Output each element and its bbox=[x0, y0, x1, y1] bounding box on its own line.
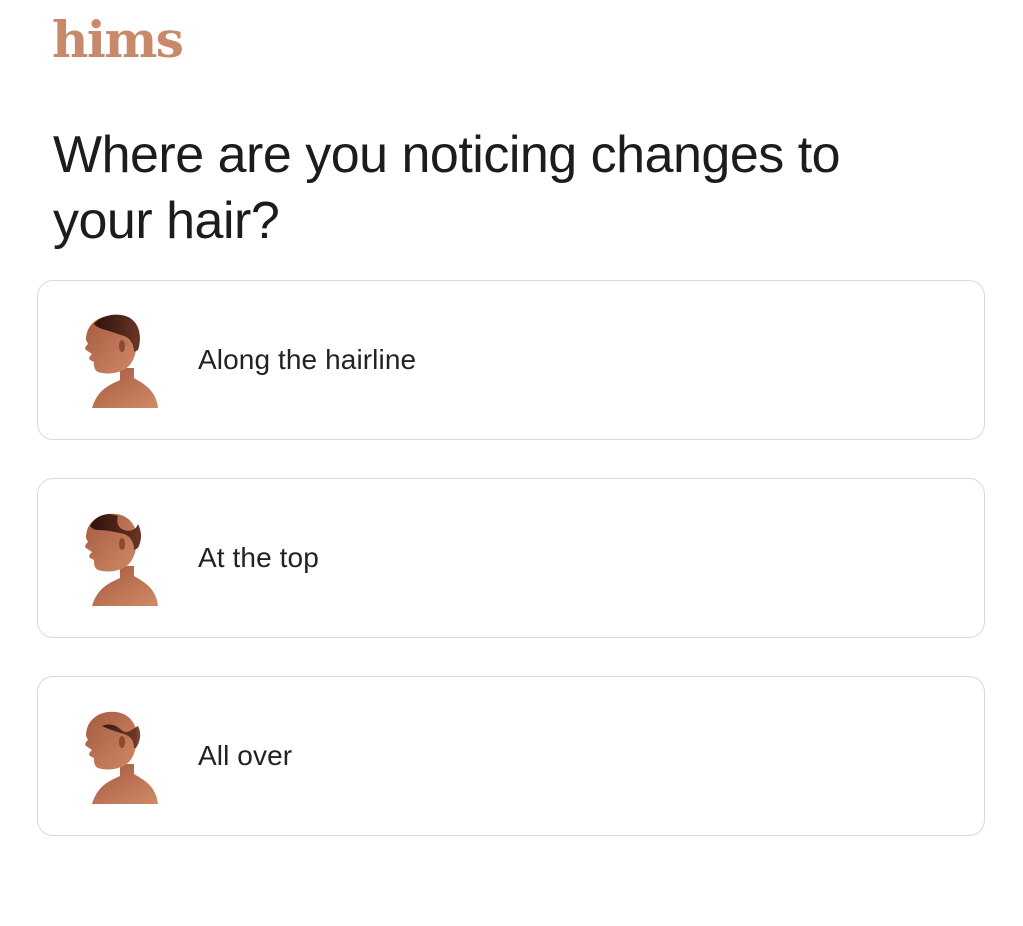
option-label: Along the hairline bbox=[198, 344, 417, 375]
option-along-the-hairline[interactable]: Along the hairline bbox=[37, 280, 985, 440]
option-label: All over bbox=[198, 740, 293, 771]
question-title: Where are you noticing changes to your h… bbox=[53, 126, 841, 250]
hims-logo[interactable]: hims bbox=[52, 8, 184, 72]
option-all-over[interactable]: All over bbox=[37, 676, 985, 836]
answer-options: Along the hairline At the top All over bbox=[37, 280, 985, 874]
option-label: At the top bbox=[198, 542, 319, 573]
all-over-head-icon bbox=[72, 706, 162, 806]
hairline-head-icon bbox=[72, 310, 162, 410]
crown-head-icon bbox=[72, 508, 162, 608]
option-at-the-top[interactable]: At the top bbox=[37, 478, 985, 638]
